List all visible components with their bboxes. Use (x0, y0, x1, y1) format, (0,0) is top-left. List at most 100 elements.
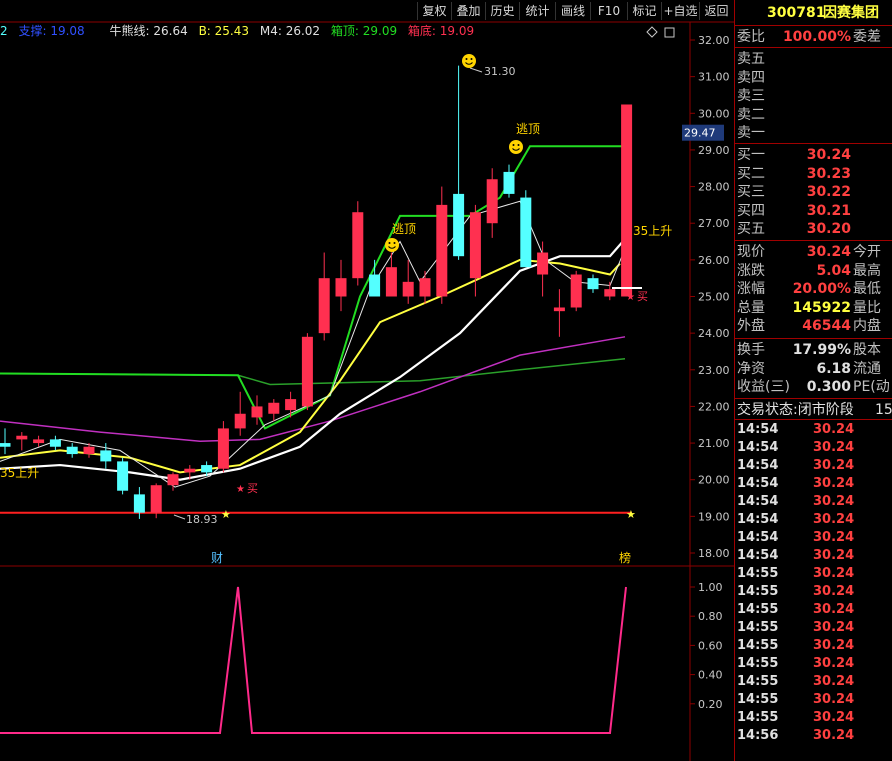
f10-button[interactable]: F10 (590, 2, 627, 20)
buy-star-icon: ★ (626, 292, 635, 303)
candle-body (33, 439, 45, 444)
stat-label2: 内盘 (853, 318, 881, 335)
candle-body (503, 171, 515, 194)
high-price-label: 31.30 (484, 65, 516, 78)
fundamental-label2: 流通 (853, 360, 881, 377)
tick-price: 30.24 (813, 422, 855, 437)
candle-body (16, 435, 28, 440)
candle-body (436, 204, 448, 297)
candle-body (604, 289, 616, 297)
stock-name: 因赛集团 (823, 5, 879, 21)
buy-level-price: 30.22 (806, 184, 851, 201)
fundamental-label2: 股本 (853, 342, 881, 358)
tick-row: 14:54 30.24 (735, 421, 892, 439)
kline-chart[interactable]: 32.00 31.00 30.00 29.00 28.00 27.00 26.00 25.00… (0, 0, 734, 761)
fundamental-label2: PE(动 (853, 379, 890, 396)
webi-row: 委比 100.00% 委差 (735, 28, 892, 46)
tick-time: 14:55 (737, 566, 779, 581)
history-button[interactable]: 历史 (485, 2, 519, 20)
price-tick-label: 18.00 (698, 547, 730, 560)
tick-price: 30.24 (813, 494, 855, 509)
smiley-eye (517, 144, 520, 146)
legend-m4: M4: 26.02 (259, 24, 321, 38)
candle-body (486, 179, 498, 224)
white-ma-line (0, 237, 627, 481)
trade-status-num: 15 (875, 402, 892, 418)
price-tick-label: 21.00 (698, 437, 730, 450)
buy-level-row: 买五 30.20 (735, 220, 892, 238)
support-star-icon: ★ (221, 508, 231, 521)
buy-level-price: 30.21 (806, 202, 851, 219)
rise-label: 35上升 (633, 224, 672, 238)
buy-level-label: 买五 (737, 221, 765, 238)
tick-price: 30.24 (813, 530, 855, 545)
statistics-button[interactable]: 统计 (519, 2, 555, 20)
price-tick-label: 25.00 (698, 291, 730, 304)
tick-time: 14:54 (737, 548, 779, 563)
sell-level-label: 卖二 (737, 106, 765, 123)
candle-body (201, 465, 213, 473)
stat-row: 涨跌 5.04 最高 (735, 262, 892, 280)
stat-row: 总量 145922 量比 (735, 299, 892, 317)
mark-button[interactable]: 标记 (627, 2, 661, 20)
buy-level-label: 买三 (737, 184, 765, 201)
price-tick-label: 32.00 (698, 34, 730, 47)
tick-row: 14:54 30.24 (735, 457, 892, 475)
smiley-eye (512, 144, 515, 146)
add-watchlist-button[interactable]: +自选 (661, 2, 699, 20)
candle-body (217, 428, 229, 469)
candle-body (537, 252, 549, 275)
tick-row: 14:55 30.24 (735, 619, 892, 637)
price-tick-label: 19.00 (698, 510, 730, 523)
candle-body (570, 274, 582, 308)
stat-label: 涨幅 (737, 281, 765, 298)
candle-body (49, 439, 61, 447)
tick-row: 14:54 30.24 (735, 547, 892, 565)
candle-body (150, 485, 162, 513)
trade-status: 交易状态:闭市阶段 (737, 402, 854, 418)
tick-time: 14:54 (737, 530, 779, 545)
buy-level-row: 买二 30.23 (735, 165, 892, 183)
legend-box-top: 箱顶: 29.09 (330, 24, 398, 38)
tick-time: 14:55 (737, 638, 779, 653)
price-tick-label: 27.00 (698, 217, 730, 230)
indicator-legend: 2 支撑: 19.08 牛熊线: 26.64 B: 25.43 M4: 26.0… (0, 22, 690, 40)
stat-label2: 量比 (853, 299, 881, 316)
tick-row: 14:54 30.24 (735, 475, 892, 493)
tick-time: 14:54 (737, 512, 779, 527)
price-tick-label: 30.00 (698, 107, 730, 120)
buy-level-label: 买二 (737, 165, 765, 182)
tick-row: 14:55 30.24 (735, 637, 892, 655)
stat-label: 涨跌 (737, 262, 765, 279)
stat-label: 外盘 (737, 318, 765, 335)
legend-b-value: B: 25.43 (198, 24, 250, 38)
high-price-pointer (469, 67, 483, 73)
stat-label2: 最高 (853, 262, 881, 279)
legend-support: 支撑: 19.08 (18, 24, 85, 38)
sell-level-row: 卖五 (735, 50, 892, 68)
buy-level-row: 买一 30.24 (735, 146, 892, 164)
draw-line-button[interactable]: 画线 (555, 2, 590, 20)
back-button[interactable]: 返回 (699, 2, 733, 20)
stat-label: 现价 (737, 244, 765, 260)
candle-body (553, 307, 565, 312)
buy-level-row: 买四 30.21 (735, 202, 892, 220)
smiley-eye (470, 58, 473, 60)
tick-price: 30.24 (813, 440, 855, 455)
overlay-button[interactable]: 叠加 (451, 2, 485, 20)
fundamental-row: 净资 6.18 流通 (735, 360, 892, 378)
tick-time: 14:55 (737, 602, 779, 617)
candle-body (251, 406, 263, 418)
divider (735, 25, 892, 26)
divider (735, 419, 892, 420)
tick-price: 30.24 (813, 656, 855, 671)
candle-body (83, 446, 95, 455)
candle-body (469, 212, 481, 279)
price-tick-label: 20.00 (698, 474, 730, 487)
tick-time: 14:54 (737, 458, 779, 473)
stat-row: 涨幅 20.00% 最低 (735, 280, 892, 298)
tick-time: 14:54 (737, 476, 779, 491)
stat-label2: 今开 (853, 244, 881, 260)
fuquan-button[interactable]: 复权 (417, 2, 451, 20)
tick-row: 14:54 30.24 (735, 439, 892, 457)
